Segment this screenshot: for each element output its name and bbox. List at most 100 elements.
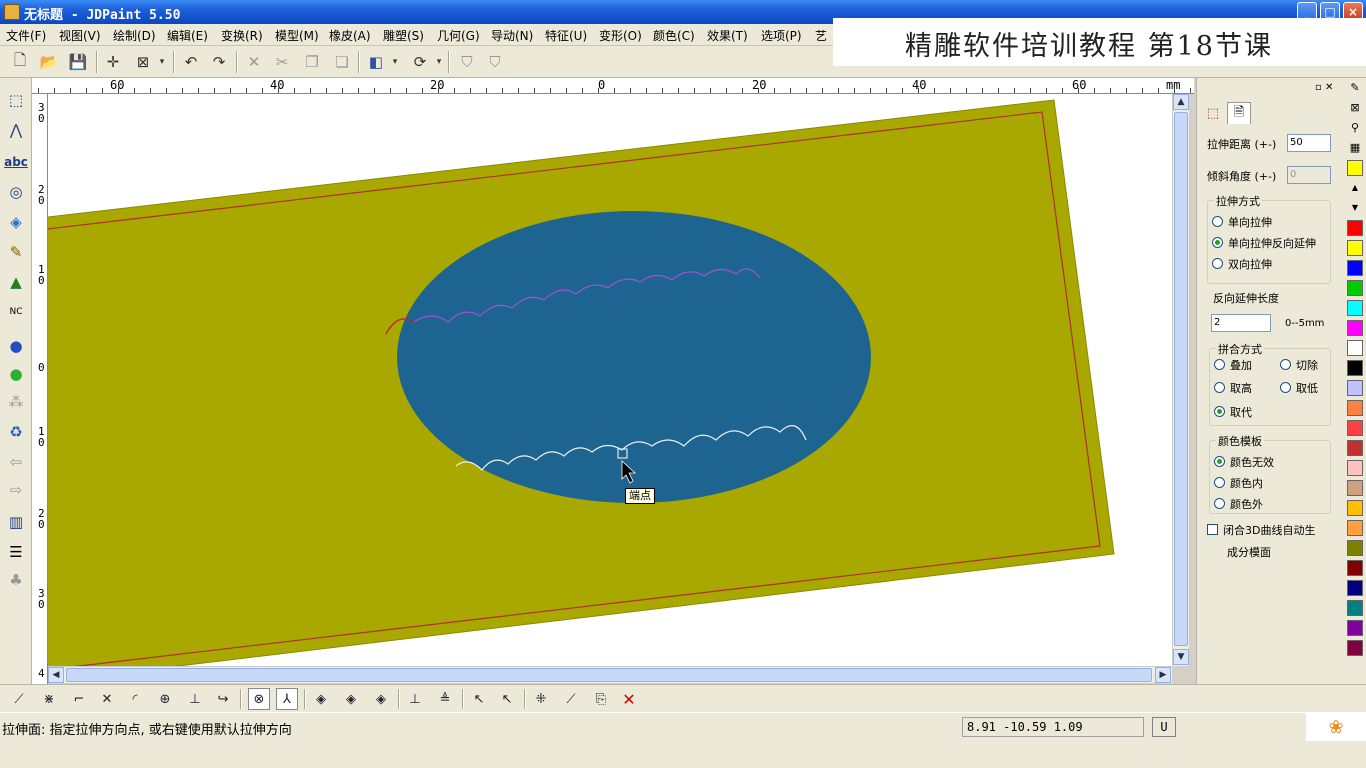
fill-icon[interactable]: ◈ <box>4 210 28 234</box>
vertical-scroll-thumb[interactable] <box>1174 112 1188 646</box>
horizontal-scrollbar[interactable]: ◀ ▶ <box>48 666 1172 683</box>
tab-tool-icon[interactable]: ⬚ <box>1201 102 1225 124</box>
scatter-points-icon[interactable]: ⁜ <box>530 688 552 710</box>
menu-model[interactable]: 模型(M) <box>275 27 319 44</box>
new-file-icon[interactable]: 🗋 <box>8 50 32 74</box>
menu-effect[interactable]: 效果(T) <box>707 27 748 44</box>
scroll-up-icon[interactable]: ▲ <box>1173 94 1189 110</box>
eyedropper-icon[interactable]: ⚲ <box>1347 120 1363 136</box>
color-swatch[interactable] <box>1347 280 1363 296</box>
color-swatch[interactable] <box>1347 320 1363 336</box>
palette-scroll-up-icon[interactable]: ▲ <box>1347 180 1363 196</box>
color-swatch[interactable] <box>1347 520 1363 536</box>
menu-eraser[interactable]: 橡皮(A) <box>329 27 371 44</box>
menu-guide[interactable]: 导动(N) <box>491 27 533 44</box>
combine-mode-radio-3[interactable] <box>1280 382 1291 393</box>
color-swatch[interactable] <box>1347 480 1363 496</box>
combine-mode-radio-2[interactable] <box>1214 382 1225 393</box>
perpendicular-icon[interactable]: ⊥ <box>184 688 206 710</box>
cut-icon[interactable]: ✂ <box>270 50 294 74</box>
vertical-scrollbar[interactable]: ▲ ▼ <box>1172 94 1189 666</box>
color-swatch[interactable] <box>1347 600 1363 616</box>
open-folder-icon[interactable]: 📂 <box>37 50 61 74</box>
undo-icon[interactable]: ↶ <box>179 50 203 74</box>
delete-icon[interactable]: ✕ <box>242 50 266 74</box>
shield-b-icon[interactable]: ⛉ <box>483 50 507 74</box>
redo-icon[interactable]: ↷ <box>207 50 231 74</box>
drawing-canvas[interactable]: 端点 <box>48 94 1172 666</box>
node-edit-icon[interactable]: ⬚ <box>4 88 28 112</box>
sculpt-icon[interactable]: ▲ <box>4 270 28 294</box>
bulb-green-icon[interactable]: ● <box>4 362 28 386</box>
color-swatch[interactable] <box>1347 220 1363 236</box>
view-dropdown-icon[interactable]: ▾ <box>389 50 401 74</box>
color-swatch[interactable] <box>1347 500 1363 516</box>
bulb-blue-icon[interactable]: ● <box>4 334 28 358</box>
cube-view-icon[interactable]: ◧ <box>364 50 388 74</box>
color-template-radio-2[interactable] <box>1214 498 1225 509</box>
reverse-length-input[interactable]: 2 <box>1211 314 1271 332</box>
menu-geometry[interactable]: 几何(G) <box>437 27 480 44</box>
color-swatch[interactable] <box>1347 640 1363 656</box>
select-dropdown-icon[interactable]: ▾ <box>156 50 168 74</box>
color-swatch[interactable] <box>1347 400 1363 416</box>
stretch-distance-input[interactable]: 50 <box>1287 134 1331 152</box>
paste-icon[interactable]: ❏ <box>330 50 354 74</box>
intersect-icon[interactable]: ✕ <box>96 688 118 710</box>
rotate-dropdown-icon[interactable]: ▾ <box>433 50 445 74</box>
diamond-c-icon[interactable]: ◈ <box>370 688 392 710</box>
stretch-mode-radio-0[interactable] <box>1212 216 1223 227</box>
pointer-add-icon[interactable]: ↖ <box>468 688 490 710</box>
color-swatch[interactable] <box>1347 260 1363 276</box>
color-swatch[interactable] <box>1347 560 1363 576</box>
color-template-radio-0[interactable] <box>1214 456 1225 467</box>
color-swatch[interactable] <box>1347 580 1363 596</box>
color-swatch[interactable] <box>1347 420 1363 436</box>
align-base-icon[interactable]: ⊥ <box>404 688 426 710</box>
tilt-angle-input[interactable]: 0 <box>1287 166 1331 184</box>
panel-pin-icon[interactable]: ▫ ✕ <box>1315 82 1333 93</box>
arrow-left-icon[interactable]: ⇦ <box>4 450 28 474</box>
menu-art[interactable]: 艺 <box>815 27 827 44</box>
no-color-icon[interactable]: ⊠ <box>1347 100 1363 116</box>
layers-icon[interactable]: ▥ <box>4 510 28 534</box>
arrow-right-icon[interactable]: ⇨ <box>4 478 28 502</box>
offset-icon[interactable]: ◎ <box>4 180 28 204</box>
scroll-down-icon[interactable]: ▼ <box>1173 649 1189 665</box>
line-icon[interactable]: ⟋ <box>8 688 30 710</box>
menu-feature[interactable]: 特征(U) <box>545 27 587 44</box>
combine-mode-radio-4[interactable] <box>1214 406 1225 417</box>
palette-scroll-down-icon[interactable]: ▼ <box>1347 200 1363 216</box>
text-tool-icon[interactable]: abc <box>4 150 28 174</box>
diamond-b-icon[interactable]: ◈ <box>340 688 362 710</box>
scroll-left-icon[interactable]: ◀ <box>48 667 64 683</box>
save-icon[interactable]: 💾 <box>66 50 90 74</box>
auto-surface-checkbox[interactable] <box>1207 524 1218 535</box>
color-swatch[interactable] <box>1347 340 1363 356</box>
circle-snap-icon[interactable]: ⊕ <box>154 688 176 710</box>
menu-draw[interactable]: 绘制(D) <box>113 27 156 44</box>
nc-icon[interactable]: NC <box>4 300 28 324</box>
cancel-x-icon[interactable]: ✕ <box>618 688 640 710</box>
trim-icon[interactable]: ⋇ <box>38 688 60 710</box>
menu-edit[interactable]: 编辑(E) <box>167 27 208 44</box>
tangent-icon[interactable]: ↪ <box>212 688 234 710</box>
color-swatch[interactable] <box>1347 620 1363 636</box>
select-box-icon[interactable]: ⊠ <box>131 50 155 74</box>
crosshair-icon[interactable]: ✛ <box>101 50 125 74</box>
stretch-mode-radio-1[interactable] <box>1212 237 1223 248</box>
measure-icon[interactable]: ⟋ <box>560 688 582 710</box>
menu-file[interactable]: 文件(F) <box>6 27 46 44</box>
color-swatch[interactable] <box>1347 540 1363 556</box>
unit-button[interactable]: U <box>1152 717 1176 737</box>
combine-mode-radio-1[interactable] <box>1280 359 1291 370</box>
arc-icon[interactable]: ◜ <box>124 688 146 710</box>
horizontal-scroll-thumb[interactable] <box>66 668 1152 682</box>
menu-deform[interactable]: 变形(O) <box>599 27 642 44</box>
hatch-icon[interactable]: ☰ <box>4 540 28 564</box>
scroll-right-icon[interactable]: ▶ <box>1155 667 1171 683</box>
palette-grid-icon[interactable]: ▦ <box>1347 140 1363 156</box>
export-icon[interactable]: ⎘ <box>590 688 612 710</box>
ellipse-surface[interactable] <box>397 211 871 503</box>
color-template-radio-1[interactable] <box>1214 477 1225 488</box>
